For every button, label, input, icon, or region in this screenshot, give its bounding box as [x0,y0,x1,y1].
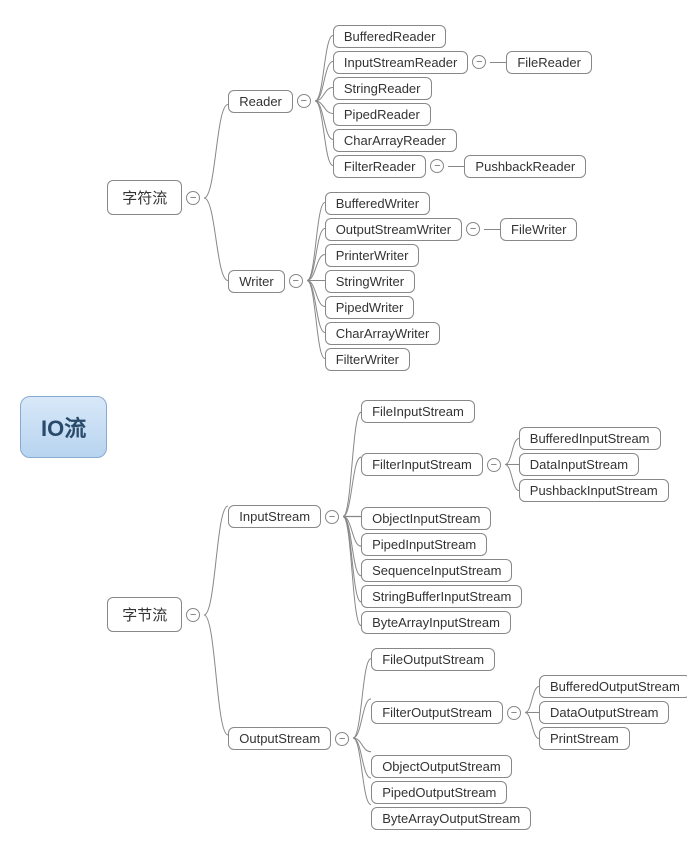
leaf-node[interactable]: FileOutputStream [371,648,495,671]
char-stream-node[interactable]: 字符流 [107,180,182,215]
collapse-icon[interactable]: − [430,159,444,173]
leaf-node[interactable]: StringWriter [325,270,415,293]
leaf-node[interactable]: FilterWriter [325,348,410,371]
leaf-node[interactable]: PrintStream [539,727,630,750]
leaf-node[interactable]: PushbackInputStream [519,479,669,502]
connector [505,426,519,504]
writer-branch: Writer − Buffe [228,190,592,372]
leaf-node[interactable]: FilterOutputStream [371,701,503,724]
collapse-icon[interactable]: − [186,608,200,622]
root-node[interactable]: IO流 [20,396,107,458]
leaf-node[interactable]: FileWriter [500,218,577,241]
reader-node[interactable]: Reader [228,90,293,113]
collapse-icon[interactable]: − [186,191,200,205]
inputstream-node[interactable]: InputStream [228,505,321,528]
leaf-node[interactable]: PipedWriter [325,296,415,319]
connector [448,166,464,167]
connector [315,23,333,179]
connector [204,22,228,374]
leaf-node[interactable]: ObjectInputStream [361,507,491,530]
leaf-node[interactable]: PushbackReader [464,155,586,178]
leaf-node[interactable]: BufferedOutputStream [539,675,687,698]
connector [484,229,500,230]
collapse-icon[interactable]: − [466,222,480,236]
reader-branch: Reader − BufferedReader [228,23,592,179]
leaf-node[interactable]: PipedOutputStream [371,781,507,804]
connector [307,190,325,372]
leaf-node[interactable]: ObjectOutputStream [371,755,512,778]
collapse-icon[interactable]: − [487,458,501,472]
leaf-node[interactable]: StringBufferInputStream [361,585,522,608]
leaf-node[interactable]: PipedInputStream [361,533,487,556]
connector [204,397,228,833]
leaf-node[interactable]: FileInputStream [361,400,475,423]
outputstream-branch: OutputStream − FileOutputStream [228,646,687,831]
char-stream-branch: 字符流 − Reader − [107,22,687,374]
collapse-icon[interactable]: − [507,706,521,720]
leaf-node[interactable]: BufferedWriter [325,192,430,215]
leaf-node[interactable]: OutputStreamWriter [325,218,462,241]
leaf-node[interactable]: InputStreamReader [333,51,468,74]
leaf-node[interactable]: ByteArrayOutputStream [371,807,531,830]
leaf-node[interactable]: FileReader [506,51,592,74]
inputstream-branch: InputStream − [228,398,687,635]
connector [343,398,361,635]
level1-group: 字符流 − Reader − [107,20,687,834]
writer-node[interactable]: Writer [228,270,284,293]
leaf-node[interactable]: BufferedReader [333,25,447,48]
leaf-node[interactable]: SequenceInputStream [361,559,512,582]
leaf-node[interactable]: DataOutputStream [539,701,669,724]
connector [490,62,506,63]
leaf-node[interactable]: CharArrayWriter [325,322,441,345]
mindmap-root: IO流 字符流 − Reader − [20,20,667,834]
collapse-icon[interactable]: − [289,274,303,288]
leaf-node[interactable]: CharArrayReader [333,129,457,152]
collapse-icon[interactable]: − [335,732,349,746]
byte-stream-node[interactable]: 字节流 [107,597,182,632]
leaf-node[interactable]: DataInputStream [519,453,639,476]
connector [353,646,371,831]
outputstream-node[interactable]: OutputStream [228,727,331,750]
collapse-icon[interactable]: − [297,94,311,108]
leaf-node[interactable]: BufferedInputStream [519,427,661,450]
collapse-icon[interactable]: − [325,510,339,524]
leaf-node[interactable]: ByteArrayInputStream [361,611,511,634]
leaf-node[interactable]: PrinterWriter [325,244,420,267]
leaf-node[interactable]: StringReader [333,77,432,100]
leaf-node[interactable]: FilterReader [333,155,427,178]
connector [525,674,539,752]
leaf-node[interactable]: FilterInputStream [361,453,483,476]
leaf-node[interactable]: PipedReader [333,103,431,126]
byte-stream-branch: 字节流 − InputStream − [107,397,687,833]
collapse-icon[interactable]: − [472,55,486,69]
